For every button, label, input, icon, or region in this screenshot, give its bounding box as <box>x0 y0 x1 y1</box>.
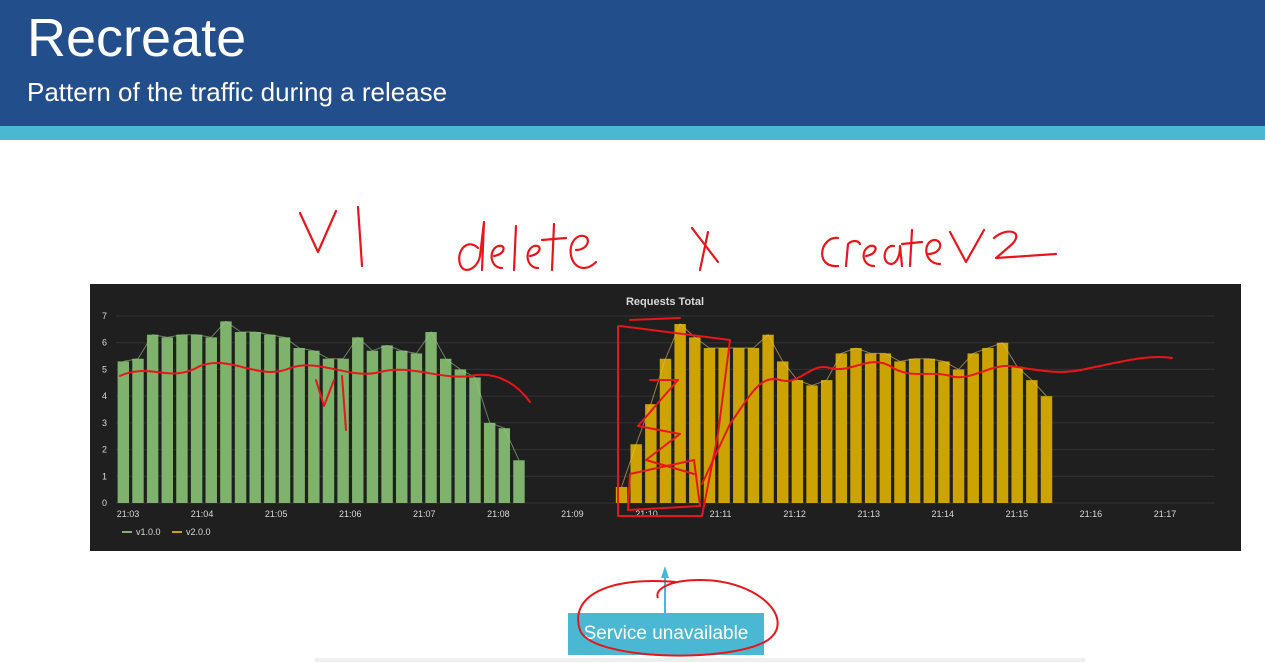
y-tick-label: 0 <box>102 498 107 508</box>
legend-label: v1.0.0 <box>136 527 161 537</box>
bar-v1.0.0 <box>381 345 393 503</box>
bar-v2.0.0 <box>747 348 760 503</box>
bar-v1.0.0 <box>352 337 364 503</box>
bar-v2.0.0 <box>674 324 686 503</box>
bar-v2.0.0 <box>1011 366 1023 503</box>
bar-v2.0.0 <box>820 380 833 503</box>
service-unavailable-callout: Service unavailable <box>568 613 764 655</box>
x-tick-label: 21:09 <box>561 509 584 519</box>
bar-v2.0.0 <box>762 334 774 503</box>
y-tick-label: 4 <box>102 391 107 401</box>
requests-total-chart: Requests Total 0 1 2 3 4 5 6 7 21:03 21:04 21:05 2… <box>90 284 1241 551</box>
bar-v1.0.0 <box>396 350 408 503</box>
x-tick-label: 21:10 <box>635 509 658 519</box>
annotation-create-v2-handwriting <box>821 228 1058 268</box>
callout-arrow <box>664 566 668 614</box>
slide-subtitle: Pattern of the traffic during a release <box>27 77 448 107</box>
bar-v1.0.0 <box>234 332 247 503</box>
bar-v1.0.0 <box>293 348 305 503</box>
bar-v2.0.0 <box>1040 396 1053 503</box>
bar-v1.0.0 <box>498 428 511 503</box>
x-tick-label: 21:03 <box>117 509 140 519</box>
bar-v2.0.0 <box>806 385 818 503</box>
annotation-delete-handwriting <box>458 220 598 272</box>
footer-divider <box>315 658 1085 662</box>
bar-v2.0.0 <box>718 348 730 503</box>
bar-v2.0.0 <box>864 353 877 503</box>
chart-title: Requests Total <box>626 296 704 308</box>
y-tick-label: 2 <box>102 445 107 455</box>
x-tick-label: 21:15 <box>1006 509 1029 519</box>
bar-v1.0.0 <box>161 337 174 503</box>
bar-v1.0.0 <box>439 358 452 503</box>
bar-v1.0.0 <box>117 361 130 503</box>
bar-v2.0.0 <box>733 348 745 503</box>
annotation-v1-handwriting <box>298 205 364 268</box>
y-tick-label: 7 <box>102 311 107 321</box>
bar-v1.0.0 <box>132 358 144 503</box>
x-tick-label: 21:11 <box>710 509 732 519</box>
y-tick-label: 5 <box>102 364 107 374</box>
x-tick-label: 21:12 <box>783 509 806 519</box>
bar-v1.0.0 <box>278 337 291 503</box>
bar-v1.0.0 <box>410 353 423 503</box>
slide-title: Recreate <box>27 8 247 68</box>
bar-v2.0.0 <box>952 369 965 503</box>
bar-v1.0.0 <box>469 377 481 503</box>
bar-v1.0.0 <box>454 369 467 503</box>
chart-panel: Requests Total 0 1 2 3 4 5 6 7 21:03 21:04 21:05 2… <box>90 284 1241 551</box>
bar-v2.0.0 <box>938 361 950 503</box>
y-tick-label: 1 <box>102 471 107 481</box>
bar-v2.0.0 <box>923 358 935 503</box>
x-tick-label: 21:14 <box>932 509 955 519</box>
x-tick-label: 21:13 <box>857 509 880 519</box>
x-tick-label: 21:17 <box>1154 509 1177 519</box>
x-tick-label: 21:08 <box>487 509 510 519</box>
x-tick-label: 21:07 <box>413 509 436 519</box>
bar-v1.0.0 <box>146 334 159 503</box>
header-accent-stripe <box>0 126 1265 140</box>
bar-v1.0.0 <box>308 350 320 503</box>
annotation-x-handwriting <box>690 226 720 272</box>
bar-v2.0.0 <box>689 337 701 503</box>
bar-v1.0.0 <box>176 334 188 503</box>
bar-v2.0.0 <box>1026 380 1038 503</box>
bar-v1.0.0 <box>425 332 437 503</box>
x-tick-label: 21:06 <box>339 509 362 519</box>
bar-v2.0.0 <box>777 361 789 503</box>
y-tick-label: 6 <box>102 338 107 348</box>
x-tick-label: 21:05 <box>265 509 288 519</box>
bar-v1.0.0 <box>264 334 276 503</box>
bar-v2.0.0 <box>879 353 892 503</box>
bar-v2.0.0 <box>894 361 906 503</box>
y-tick-label: 3 <box>102 418 107 428</box>
x-tick-label: 21:04 <box>191 509 214 519</box>
bar-v2.0.0 <box>908 358 921 503</box>
bar-v1.0.0 <box>220 321 232 503</box>
bar-v2.0.0 <box>850 348 862 503</box>
bar-v1.0.0 <box>190 334 203 503</box>
legend-label: v2.0.0 <box>186 527 211 537</box>
bar-v2.0.0 <box>791 380 804 503</box>
bar-v1.0.0 <box>483 422 496 503</box>
bar-v1.0.0 <box>249 332 261 503</box>
bar-v1.0.0 <box>513 460 525 503</box>
x-tick-label: 21:16 <box>1080 509 1103 519</box>
bar-v2.0.0 <box>835 353 848 503</box>
bar-v1.0.0 <box>322 358 335 503</box>
